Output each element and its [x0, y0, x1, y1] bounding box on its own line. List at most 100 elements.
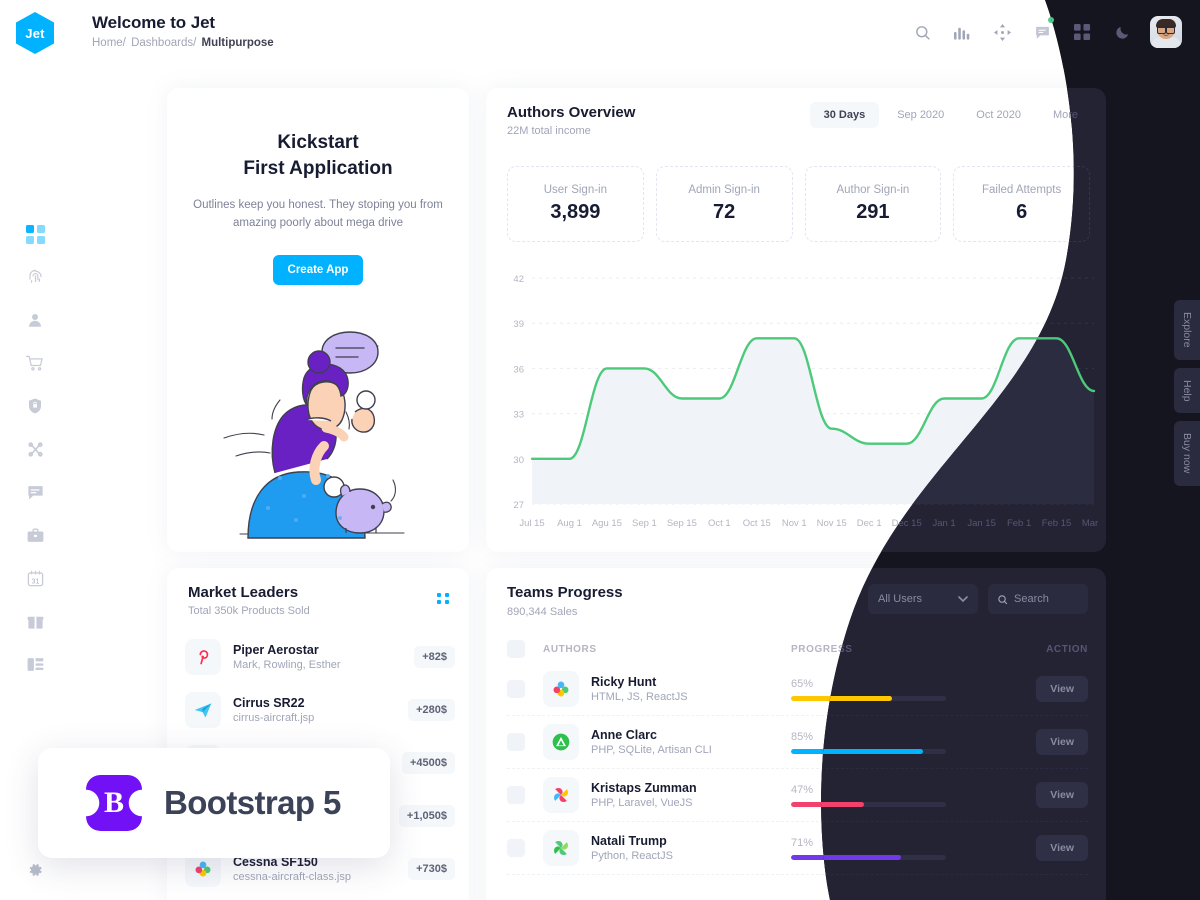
teams-table-rows: Ricky Hunt HTML, JS, ReactJS 65% View	[507, 663, 1088, 875]
user-filter-select[interactable]: All Users	[868, 584, 978, 614]
progress-bar	[791, 748, 946, 754]
view-button[interactable]: View	[1036, 729, 1088, 755]
bootstrap-logo-letter: B	[103, 786, 124, 819]
side-tab-explore[interactable]: Explore	[1174, 300, 1200, 360]
settings-button[interactable]	[22, 857, 48, 883]
stat-value: 72	[713, 201, 736, 223]
row-checkbox[interactable]	[507, 733, 525, 751]
app-logo[interactable]: Jet	[16, 12, 54, 54]
breadcrumb-home[interactable]: Home/	[92, 37, 126, 49]
sidebar-item-chat[interactable]	[18, 480, 52, 504]
svg-text:Oct 1: Oct 1	[708, 518, 731, 529]
avatar[interactable]	[1150, 16, 1182, 48]
sidebar-item-fingerprint[interactable]	[18, 265, 52, 289]
list-item-name: Piper Aerostar	[233, 642, 319, 657]
breadcrumb-dashboards[interactable]: Dashboards/	[131, 37, 196, 49]
stat-label: Failed Attempts	[981, 184, 1062, 196]
move-arrows-icon[interactable]	[990, 20, 1014, 44]
row-checkbox[interactable]	[507, 839, 525, 857]
view-button[interactable]: View	[1036, 676, 1088, 702]
sidebar-item-dashboard[interactable]	[18, 222, 52, 246]
tab-30-days[interactable]: 30 Days	[809, 102, 880, 128]
message-icon[interactable]	[1030, 17, 1054, 44]
authors-subtitle: 22M total income	[507, 125, 591, 137]
sidebar-nav: 31	[18, 222, 52, 676]
flower-dots-icon	[543, 671, 579, 707]
row-stack: HTML, JS, ReactJS	[591, 691, 688, 703]
market-subtitle: Total 350k Products Sold	[188, 605, 310, 617]
user-filter-value: All Users	[878, 593, 923, 605]
row-checkbox[interactable]	[507, 786, 525, 804]
row-name: Kristaps Zumman	[591, 781, 697, 795]
svg-text:Nov 15: Nov 15	[817, 518, 847, 529]
row-stack: Python, ReactJS	[591, 850, 673, 862]
telegram-icon	[185, 691, 221, 728]
svg-text:Jul 15: Jul 15	[519, 518, 544, 529]
teams-subtitle: 890,344 Sales	[507, 606, 578, 618]
side-tab-buy-now[interactable]: Buy now	[1174, 421, 1200, 486]
list-item-name: Cirrus SR22	[233, 695, 305, 710]
stat-author-signin: Author Sign-in 291	[804, 166, 942, 242]
table-row[interactable]: Natali Trump Python, ReactJS 71% View	[507, 822, 1088, 875]
sidebar-item-ecommerce[interactable]	[18, 351, 52, 375]
teams-title: Teams Progress	[507, 584, 623, 601]
list-item-amount: +82$	[414, 645, 455, 668]
row-stack: PHP, Laravel, VueJS	[591, 797, 693, 809]
kickstart-title-line1: Kickstart	[277, 132, 359, 153]
column-progress: PROGRESS	[791, 643, 853, 655]
kickstart-description: Outlines keep you honest. They stoping y…	[193, 199, 443, 230]
authors-overview-card: Authors Overview 22M total income 30 Day…	[486, 88, 1106, 552]
teams-table-header: AUTHORS PROGRESS ACTION	[507, 640, 1088, 658]
chevron-down-icon	[958, 595, 968, 602]
sidebar-item-layouts[interactable]	[18, 652, 52, 676]
view-button[interactable]: View	[1036, 782, 1088, 808]
sidebar-item-gifts[interactable]	[18, 609, 52, 633]
column-authors: AUTHORS	[543, 643, 597, 655]
list-item[interactable]: Cirrus SR22 cirrus-aircraft.jsp +280$	[185, 683, 455, 736]
sidebar-item-calendar[interactable]: 31	[18, 566, 52, 590]
progress-bar	[791, 801, 946, 807]
list-item-desc: cirrus-aircraft.jsp	[233, 711, 315, 724]
kickstart-card: Kickstart First Application Outlines kee…	[167, 88, 469, 552]
green-triangle-icon	[543, 724, 579, 760]
list-item-amount: +280$	[408, 698, 455, 721]
search-input[interactable]: Search	[988, 584, 1088, 614]
sidebar-item-projects[interactable]	[18, 523, 52, 547]
dots-grid-icon[interactable]	[437, 592, 451, 610]
teams-progress-card: Teams Progress 890,344 Sales All Users S…	[486, 568, 1106, 900]
table-row[interactable]: Kristaps Zumman PHP, Laravel, VueJS 47% …	[507, 769, 1088, 822]
breadcrumb-current: Multipurpose	[201, 37, 274, 49]
sidebar-item-profile[interactable]	[18, 308, 52, 332]
authors-stats: User Sign-in 3,899 Admin Sign-in 72 Auth…	[507, 166, 1090, 242]
tab-sep-2020[interactable]: Sep 2020	[883, 102, 958, 128]
row-progress: 65%	[791, 678, 946, 701]
table-row[interactable]: Anne Clarc PHP, SQLite, Artisan CLI 85% …	[507, 716, 1088, 769]
apps-grid-icon[interactable]	[1070, 20, 1094, 44]
select-all-checkbox[interactable]	[507, 640, 525, 658]
notification-dot	[1048, 17, 1054, 23]
side-tabs: Explore Help Buy now	[1162, 300, 1200, 486]
stat-value: 3,899	[550, 201, 601, 223]
moon-icon[interactable]	[1110, 20, 1134, 44]
list-item[interactable]: Piper Aerostar Mark, Rowling, Esther +82…	[185, 630, 455, 683]
table-row[interactable]: Ricky Hunt HTML, JS, ReactJS 65% View	[507, 663, 1088, 716]
chart-bars-icon[interactable]	[950, 20, 974, 44]
sidebar-item-security[interactable]	[18, 394, 52, 418]
market-title: Market Leaders	[188, 584, 299, 601]
search-icon[interactable]	[910, 20, 934, 44]
view-button[interactable]: View	[1036, 835, 1088, 861]
create-app-button[interactable]: Create App	[273, 254, 363, 285]
svg-text:27: 27	[513, 500, 524, 511]
tab-oct-2020[interactable]: Oct 2020	[962, 102, 1035, 128]
bootstrap-logo-icon: B	[86, 775, 142, 831]
row-checkbox[interactable]	[507, 680, 525, 698]
tab-more[interactable]: More	[1039, 102, 1092, 128]
breadcrumb: Home/ Dashboards/ Multipurpose	[92, 37, 276, 49]
sidebar-item-tools[interactable]	[18, 437, 52, 461]
kickstart-title-line2: First Application	[243, 157, 393, 179]
row-name: Ricky Hunt	[591, 675, 657, 689]
side-tab-help[interactable]: Help	[1174, 367, 1200, 414]
row-progress: 47%	[791, 784, 946, 807]
svg-text:Nov 1: Nov 1	[782, 518, 807, 529]
row-progress-pct: 71%	[791, 836, 814, 849]
